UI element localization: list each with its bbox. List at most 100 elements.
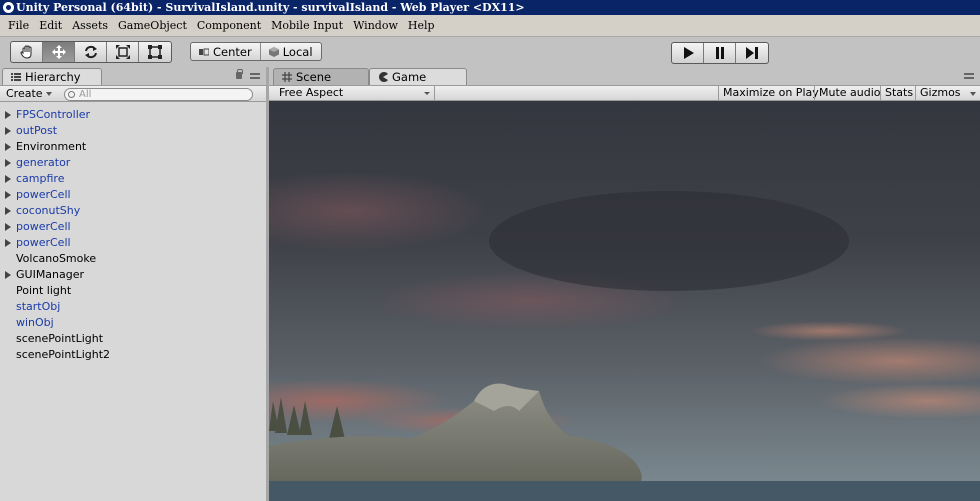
hand-icon <box>19 45 31 59</box>
play-icon <box>683 47 694 59</box>
list-icon <box>11 73 21 81</box>
move-tool-button[interactable] <box>43 42 75 62</box>
panel-menu-icon[interactable] <box>250 73 260 79</box>
unity-logo-icon <box>3 2 14 13</box>
hierarchy-item-label: coconutShy <box>16 204 81 217</box>
main-toolbar: Center Local <box>0 37 980 67</box>
game-panel: Scene Game Free Aspect Maximize on Play … <box>269 67 980 501</box>
menu-assets[interactable]: Assets <box>67 19 113 32</box>
hand-tool-button[interactable] <box>11 42 43 62</box>
pause-button[interactable] <box>704 43 736 63</box>
hierarchy-item[interactable]: coconutShy <box>0 203 266 219</box>
rect-tool-button[interactable] <box>139 42 171 62</box>
menu-file[interactable]: File <box>3 19 34 32</box>
hierarchy-item-label: Environment <box>16 140 87 153</box>
stats-button[interactable]: Stats <box>880 86 915 101</box>
pivot-center-icon <box>199 48 209 55</box>
tab-game-label: Game <box>392 70 427 84</box>
chevron-down-icon <box>45 91 52 96</box>
expand-arrow-icon[interactable] <box>5 143 11 151</box>
menu-edit[interactable]: Edit <box>34 19 67 32</box>
gizmos-button[interactable]: Gizmos <box>915 86 980 101</box>
pacman-icon <box>379 72 388 82</box>
menu-help[interactable]: Help <box>403 19 440 32</box>
pause-icon <box>715 47 724 59</box>
hierarchy-list: FPSController outPost Environment generator… <box>0 102 266 501</box>
create-button[interactable]: Create <box>6 87 52 100</box>
menu-mobile-input[interactable]: Mobile Input <box>266 19 348 32</box>
hierarchy-item-label: startObj <box>16 300 61 313</box>
pivot-space-label: Local <box>282 44 313 59</box>
tab-hierarchy[interactable]: Hierarchy <box>2 68 102 85</box>
hierarchy-item-label: powerCell <box>16 236 71 249</box>
lock-icon[interactable] <box>236 69 243 79</box>
pivot-mode-button[interactable]: Center <box>191 43 261 60</box>
game-viewport[interactable] <box>269 101 980 501</box>
expand-arrow-icon[interactable] <box>5 159 11 167</box>
hierarchy-item[interactable]: Environment <box>0 139 266 155</box>
hierarchy-item[interactable]: winObj <box>0 315 266 331</box>
scale-tool-button[interactable] <box>107 42 139 62</box>
playback-controls <box>671 42 769 64</box>
hierarchy-item[interactable]: Point light <box>0 283 266 299</box>
step-button[interactable] <box>736 43 768 63</box>
menu-component[interactable]: Component <box>192 19 266 32</box>
hierarchy-item[interactable]: campfire <box>0 171 266 187</box>
hierarchy-item[interactable]: powerCell <box>0 219 266 235</box>
hierarchy-item-label: VolcanoSmoke <box>16 252 97 265</box>
rect-icon <box>148 45 162 59</box>
tab-scene[interactable]: Scene <box>273 68 369 85</box>
chevron-down-icon <box>424 92 430 95</box>
hierarchy-item-label: GUIManager <box>16 268 85 281</box>
expand-arrow-icon[interactable] <box>5 223 11 231</box>
menu-gameobject[interactable]: GameObject <box>113 19 192 32</box>
menu-window[interactable]: Window <box>348 19 403 32</box>
create-label: Create <box>6 87 43 100</box>
expand-arrow-icon[interactable] <box>5 127 11 135</box>
hierarchy-item[interactable]: FPSController <box>0 107 266 123</box>
hierarchy-item[interactable]: GUIManager <box>0 267 266 283</box>
hierarchy-item[interactable]: scenePointLight2 <box>0 347 266 363</box>
rotate-tool-button[interactable] <box>75 42 107 62</box>
local-cube-icon <box>268 46 279 57</box>
hierarchy-item-label: scenePointLight2 <box>16 348 111 361</box>
expand-arrow-icon[interactable] <box>5 207 11 215</box>
hierarchy-item[interactable]: powerCell <box>0 187 266 203</box>
pivot-toggles: Center Local <box>190 42 322 61</box>
hierarchy-tab-bar: Hierarchy <box>0 67 266 85</box>
hierarchy-item[interactable]: VolcanoSmoke <box>0 251 266 267</box>
game-render <box>269 101 980 501</box>
expand-arrow-icon[interactable] <box>5 271 11 279</box>
hierarchy-item[interactable]: startObj <box>0 299 266 315</box>
move-icon <box>51 45 66 59</box>
hierarchy-item[interactable]: generator <box>0 155 266 171</box>
hierarchy-item[interactable]: scenePointLight <box>0 331 266 347</box>
hierarchy-search-input[interactable]: All <box>64 88 253 101</box>
mute-audio-button[interactable]: Mute audio <box>814 86 881 101</box>
step-icon <box>746 47 758 59</box>
expand-arrow-icon[interactable] <box>5 111 11 119</box>
aspect-label: Free Aspect <box>279 86 344 99</box>
aspect-dropdown[interactable]: Free Aspect <box>273 86 435 101</box>
expand-arrow-icon[interactable] <box>5 239 11 247</box>
pivot-mode-label: Center <box>213 44 252 59</box>
expand-arrow-icon[interactable] <box>5 175 11 183</box>
panel-menu-icon[interactable] <box>964 73 974 79</box>
play-button[interactable] <box>672 43 704 63</box>
tab-game[interactable]: Game <box>369 68 467 85</box>
hierarchy-item[interactable]: powerCell <box>0 235 266 251</box>
window-title: Unity Personal (64bit) - SurvivalIsland.… <box>16 1 525 14</box>
rotate-icon <box>84 45 97 59</box>
hierarchy-item-label: scenePointLight <box>16 332 104 345</box>
pivot-space-button[interactable]: Local <box>261 43 321 60</box>
tab-scene-label: Scene <box>296 70 332 84</box>
hierarchy-item-label: generator <box>16 156 71 169</box>
game-toolbar: Free Aspect Maximize on Play Mute audio … <box>269 85 980 101</box>
scene-grid-icon <box>282 72 292 82</box>
hierarchy-item[interactable]: outPost <box>0 123 266 139</box>
maximize-on-play-button[interactable]: Maximize on Play <box>718 86 819 101</box>
window-title-bar: Unity Personal (64bit) - SurvivalIsland.… <box>0 0 980 15</box>
hierarchy-item-label: powerCell <box>16 220 71 233</box>
expand-arrow-icon[interactable] <box>5 191 11 199</box>
hierarchy-item-label: FPSController <box>16 108 91 121</box>
